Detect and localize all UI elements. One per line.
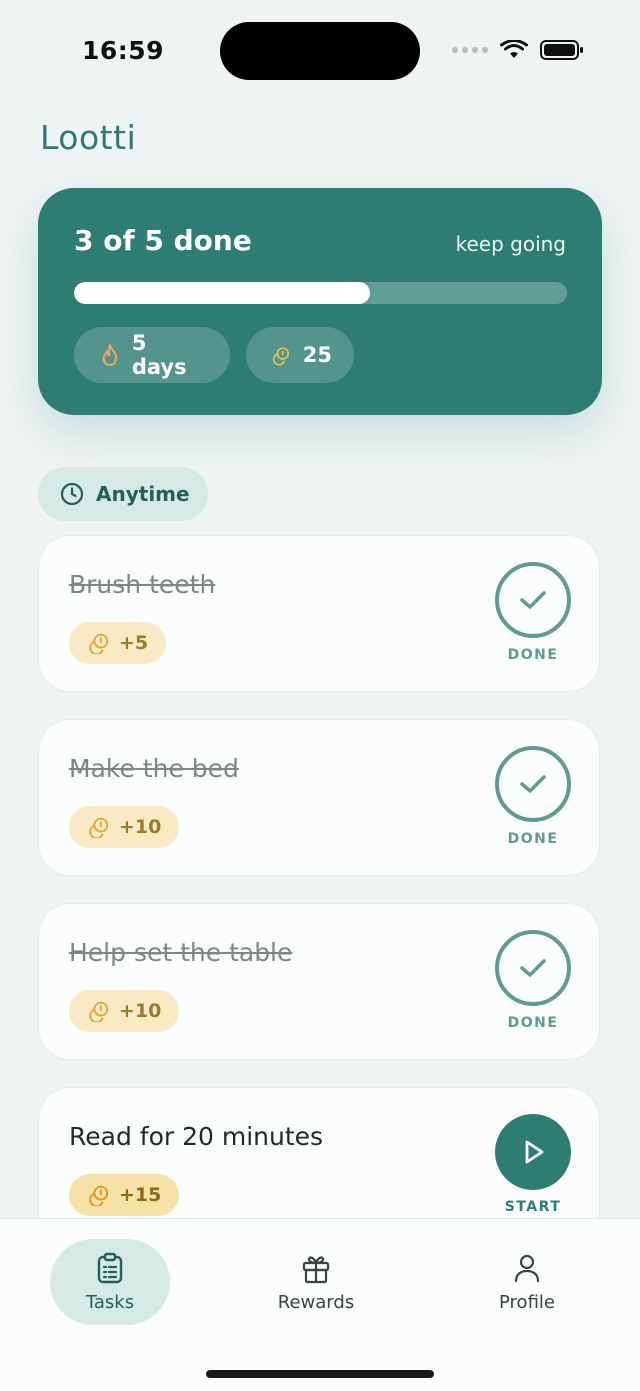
status-label: DONE <box>507 647 559 663</box>
progress-card: 3 of 5 done keep going 5 days 25 <box>38 188 602 415</box>
play-icon <box>525 1140 544 1164</box>
tab-tasks[interactable]: Tasks <box>50 1239 170 1325</box>
flame-icon <box>102 343 118 367</box>
coins-chip: 25 <box>246 327 354 383</box>
status-label: DONE <box>507 1015 559 1031</box>
wifi-icon <box>500 40 528 58</box>
done-button[interactable] <box>495 746 571 822</box>
reward-badge: +10 <box>69 990 180 1032</box>
reward-badge: +5 <box>69 622 167 664</box>
streak-chip: 5 days <box>74 327 230 383</box>
done-button[interactable] <box>495 930 571 1006</box>
dynamic-island <box>220 22 420 80</box>
streak-label: 5 days <box>131 331 187 379</box>
progress-title: 3 of 5 done <box>74 224 252 257</box>
signal-icon <box>452 47 488 53</box>
task-card[interactable]: Help set the table +10 DONE <box>38 903 600 1060</box>
home-indicator[interactable] <box>206 1370 434 1378</box>
status-label: DONE <box>507 831 559 847</box>
reward-value: +15 <box>119 1184 162 1206</box>
tab-bar: Tasks Rewards Profile <box>0 1218 640 1391</box>
reward-value: +5 <box>119 632 149 654</box>
tab-profile[interactable]: Profile <box>467 1239 587 1325</box>
coins-icon <box>89 817 109 838</box>
clock-icon <box>60 482 84 506</box>
status-time: 16:59 <box>82 36 165 65</box>
coins-label: 25 <box>302 343 332 367</box>
task-card[interactable]: Make the bed +10 DONE <box>38 719 600 876</box>
tab-label: Rewards <box>277 1291 355 1313</box>
coins-icon <box>89 1185 109 1206</box>
battery-icon <box>540 40 583 60</box>
status-label: START <box>504 1199 562 1215</box>
check-icon <box>520 591 546 609</box>
coins-icon <box>272 347 290 366</box>
tab-rewards[interactable]: Rewards <box>256 1239 376 1325</box>
task-title: Help set the table <box>69 938 293 967</box>
person-icon <box>514 1254 540 1282</box>
progress-subtitle: keep going <box>455 232 566 256</box>
task-title: Make the bed <box>69 754 239 783</box>
task-title: Brush teeth <box>69 570 216 599</box>
status-icons <box>452 40 584 60</box>
coins-icon <box>89 633 109 654</box>
reward-badge: +15 <box>69 1174 180 1216</box>
reward-value: +10 <box>119 1000 162 1022</box>
clipboard-icon <box>97 1252 123 1283</box>
task-title: Read for 20 minutes <box>69 1122 324 1151</box>
reward-badge: +10 <box>69 806 180 848</box>
check-icon <box>520 959 546 977</box>
progress-bar <box>74 282 567 304</box>
task-card[interactable]: Brush teeth +5 DONE <box>38 535 600 692</box>
status-bar: 16:59 <box>0 0 640 100</box>
tab-label: Tasks <box>85 1291 135 1313</box>
reward-value: +10 <box>119 816 162 838</box>
coins-icon <box>89 1001 109 1022</box>
app-header: Lootti <box>0 100 640 176</box>
start-button[interactable] <box>495 1114 571 1190</box>
check-icon <box>520 775 546 793</box>
done-button[interactable] <box>495 562 571 638</box>
gift-icon <box>302 1255 330 1283</box>
section-label: Anytime <box>96 482 190 506</box>
progress-fill <box>74 282 370 304</box>
app-title: Lootti <box>40 118 137 157</box>
section-anytime[interactable]: Anytime <box>38 467 208 521</box>
tab-label: Profile <box>499 1291 555 1313</box>
